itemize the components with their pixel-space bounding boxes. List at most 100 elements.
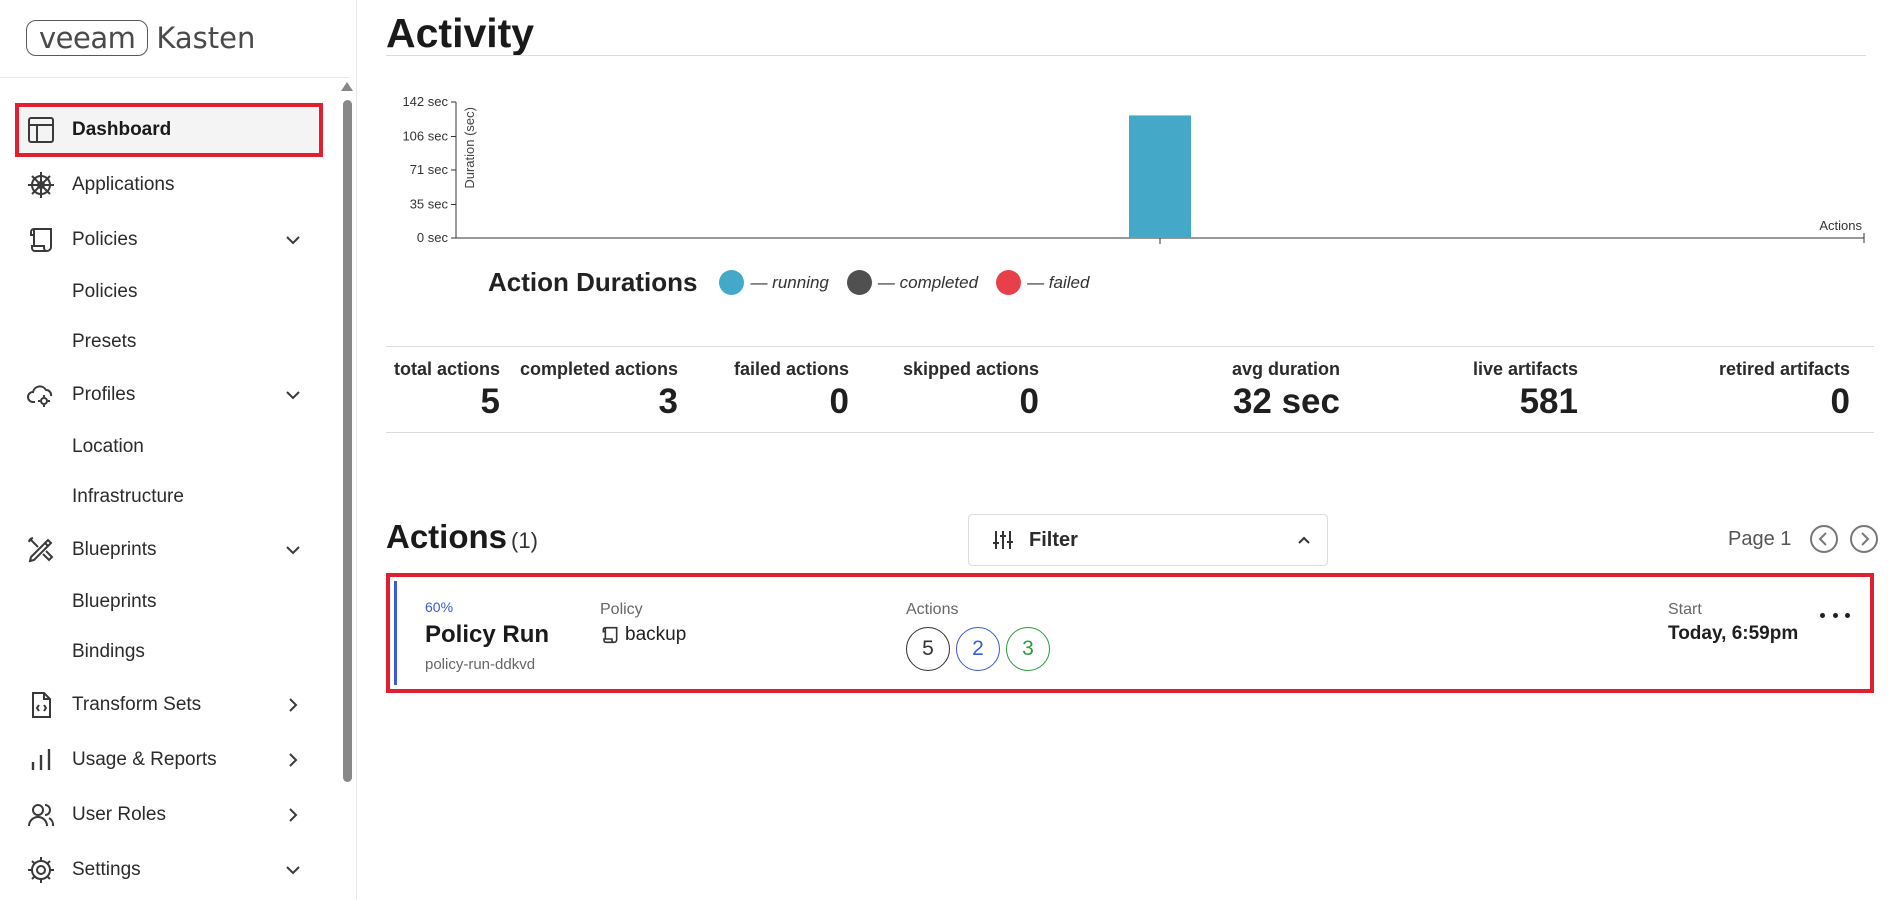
sidebar-item-transform-sets[interactable]: Transform Sets xyxy=(0,677,330,732)
stat-label: avg duration xyxy=(1231,359,1340,379)
stats-bar: total actions 5 completed actions 3 fail… xyxy=(386,346,1874,433)
users-icon xyxy=(28,803,55,826)
logo-veeam: veeam xyxy=(26,20,149,56)
sidebar-item-label: Blueprints xyxy=(72,538,157,560)
stat-skipped-actions: skipped actions 0 xyxy=(903,359,1039,422)
sidebar-item-usage-reports[interactable]: Usage & Reports xyxy=(0,732,330,787)
y-tick-label: 0 sec xyxy=(417,230,449,245)
scrollbar-thumb[interactable] xyxy=(343,100,352,782)
prev-page-icon[interactable] xyxy=(1809,524,1839,554)
filter-dropdown[interactable]: Filter xyxy=(968,514,1328,566)
chevron-right-icon[interactable] xyxy=(282,694,304,716)
badge-total: 5 xyxy=(906,627,950,671)
policy-label: Policy xyxy=(600,601,643,618)
more-options-button[interactable] xyxy=(1820,605,1850,625)
stat-value: 32 sec xyxy=(1232,382,1340,421)
dot xyxy=(1832,612,1838,618)
stat-value: 0 xyxy=(1830,382,1850,421)
stat-label: completed actions xyxy=(519,359,678,379)
sidebar-scrollbar[interactable] xyxy=(340,82,354,900)
main-content: Activity 0 sec 35 sec 71 sec 106 sec 142 sec… xyxy=(358,0,1893,900)
card-progress-accent xyxy=(394,581,397,685)
next-page-icon[interactable] xyxy=(1849,524,1879,554)
legend-label: — failed xyxy=(1027,272,1090,292)
y-tick-label: 71 sec xyxy=(410,162,449,177)
stat-value: 0 xyxy=(1019,382,1039,421)
sidebar-subitem-blueprints[interactable]: Blueprints xyxy=(0,577,330,627)
chevron-down-icon[interactable] xyxy=(282,859,304,881)
sidebar-subitem-bindings[interactable]: Bindings xyxy=(0,627,330,677)
policy-value[interactable]: backup xyxy=(600,624,686,646)
stat-retired-artifacts: retired artifacts 0 xyxy=(1719,359,1850,422)
badge-completed: 3 xyxy=(1006,627,1050,671)
chevron-down-icon[interactable] xyxy=(282,229,304,251)
sidebar-item-label: Profiles xyxy=(72,383,136,405)
sidebar-item-profiles[interactable]: Profiles xyxy=(0,367,330,422)
actions-heading: Actions (1) xyxy=(386,518,538,556)
actions-label: Actions xyxy=(906,601,959,618)
brand-logo[interactable]: veeam Kasten xyxy=(26,20,255,56)
actions-heading-label: Actions xyxy=(386,518,508,555)
sidebar-subitem-policies[interactable]: Policies xyxy=(0,267,330,317)
title-divider xyxy=(386,55,1866,56)
helm-icon xyxy=(28,171,54,198)
dot xyxy=(1820,612,1825,618)
sidebar-item-policies[interactable]: Policies xyxy=(0,212,330,267)
scroll-up-arrow-icon[interactable] xyxy=(341,82,353,91)
start-label: Start xyxy=(1668,601,1702,618)
sidebar-item-label: Settings xyxy=(72,858,141,880)
chart-bar-running xyxy=(1129,115,1191,238)
page-indicator: Page 1 xyxy=(1728,527,1792,550)
legend-dot-running xyxy=(719,270,745,295)
sidebar-nav: Dashboard Applications Policies Policies… xyxy=(0,103,330,897)
sliders-icon xyxy=(993,531,1013,549)
y-tick-label: 35 sec xyxy=(410,196,449,211)
action-name: Policy Run xyxy=(425,621,550,648)
sidebar-subitem-infrastructure[interactable]: Infrastructure xyxy=(0,472,330,522)
cloud-gear-icon xyxy=(27,384,53,407)
stat-live-artifacts: live artifacts 581 xyxy=(1473,359,1578,422)
sidebar-item-label: Usage & Reports xyxy=(72,748,217,770)
pencil-ruler-icon xyxy=(28,536,54,562)
sidebar-subitem-presets[interactable]: Presets xyxy=(0,317,330,367)
stat-label: retired artifacts xyxy=(1718,359,1850,379)
x-axis-label: Actions xyxy=(1819,218,1862,233)
chart-legend: Action Durations — running — completed —… xyxy=(488,267,1107,298)
stat-value: 0 xyxy=(829,382,849,421)
chevron-right-icon[interactable] xyxy=(282,804,304,826)
actions-count: (1) xyxy=(511,528,538,553)
sidebar-subitem-location[interactable]: Location xyxy=(0,422,330,472)
scroll-icon xyxy=(602,626,618,644)
action-count-badges: 5 2 3 xyxy=(906,627,1056,671)
sidebar-item-settings[interactable]: Settings xyxy=(0,842,330,897)
chevron-down-icon[interactable] xyxy=(282,539,304,561)
action-id: policy-run-ddkvd xyxy=(425,656,536,673)
sidebar-item-label: Applications xyxy=(72,173,175,195)
chevron-right-icon[interactable] xyxy=(282,749,304,771)
y-tick-label: 142 sec xyxy=(402,94,448,109)
sidebar-item-label: User Roles xyxy=(72,803,166,825)
y-axis-label: Duration (sec) xyxy=(462,107,477,189)
badge-running: 2 xyxy=(956,627,1000,671)
y-tick-label: 106 sec xyxy=(402,128,448,143)
action-durations-chart: 0 sec 35 sec 71 sec 106 sec 142 sec Duration … xyxy=(386,90,1876,250)
stat-label: skipped actions xyxy=(902,359,1039,379)
stat-label: total actions xyxy=(393,359,500,379)
chevron-down-icon[interactable] xyxy=(282,384,304,406)
stat-failed-actions: failed actions 0 xyxy=(734,359,849,422)
sidebar-item-label: Policies xyxy=(72,228,138,250)
sidebar-item-dashboard[interactable]: Dashboard xyxy=(15,103,323,157)
page-title: Activity xyxy=(386,10,535,56)
stat-total-actions: total actions 5 xyxy=(394,359,500,422)
sidebar: veeam Kasten Dashboard Applications Poli… xyxy=(0,0,357,900)
sidebar-item-label: Transform Sets xyxy=(72,693,202,715)
sidebar-item-applications[interactable]: Applications xyxy=(0,157,330,212)
chevron-up-icon xyxy=(1298,536,1310,544)
sidebar-item-user-roles[interactable]: User Roles xyxy=(0,787,330,842)
legend-dot-failed xyxy=(996,270,1022,295)
stat-value: 5 xyxy=(480,382,500,421)
sidebar-item-blueprints[interactable]: Blueprints xyxy=(0,522,330,577)
scroll-icon xyxy=(30,227,52,252)
action-card[interactable]: 60% Policy Run policy-run-ddkvd Policy b… xyxy=(386,573,1874,693)
dot xyxy=(1845,612,1850,618)
